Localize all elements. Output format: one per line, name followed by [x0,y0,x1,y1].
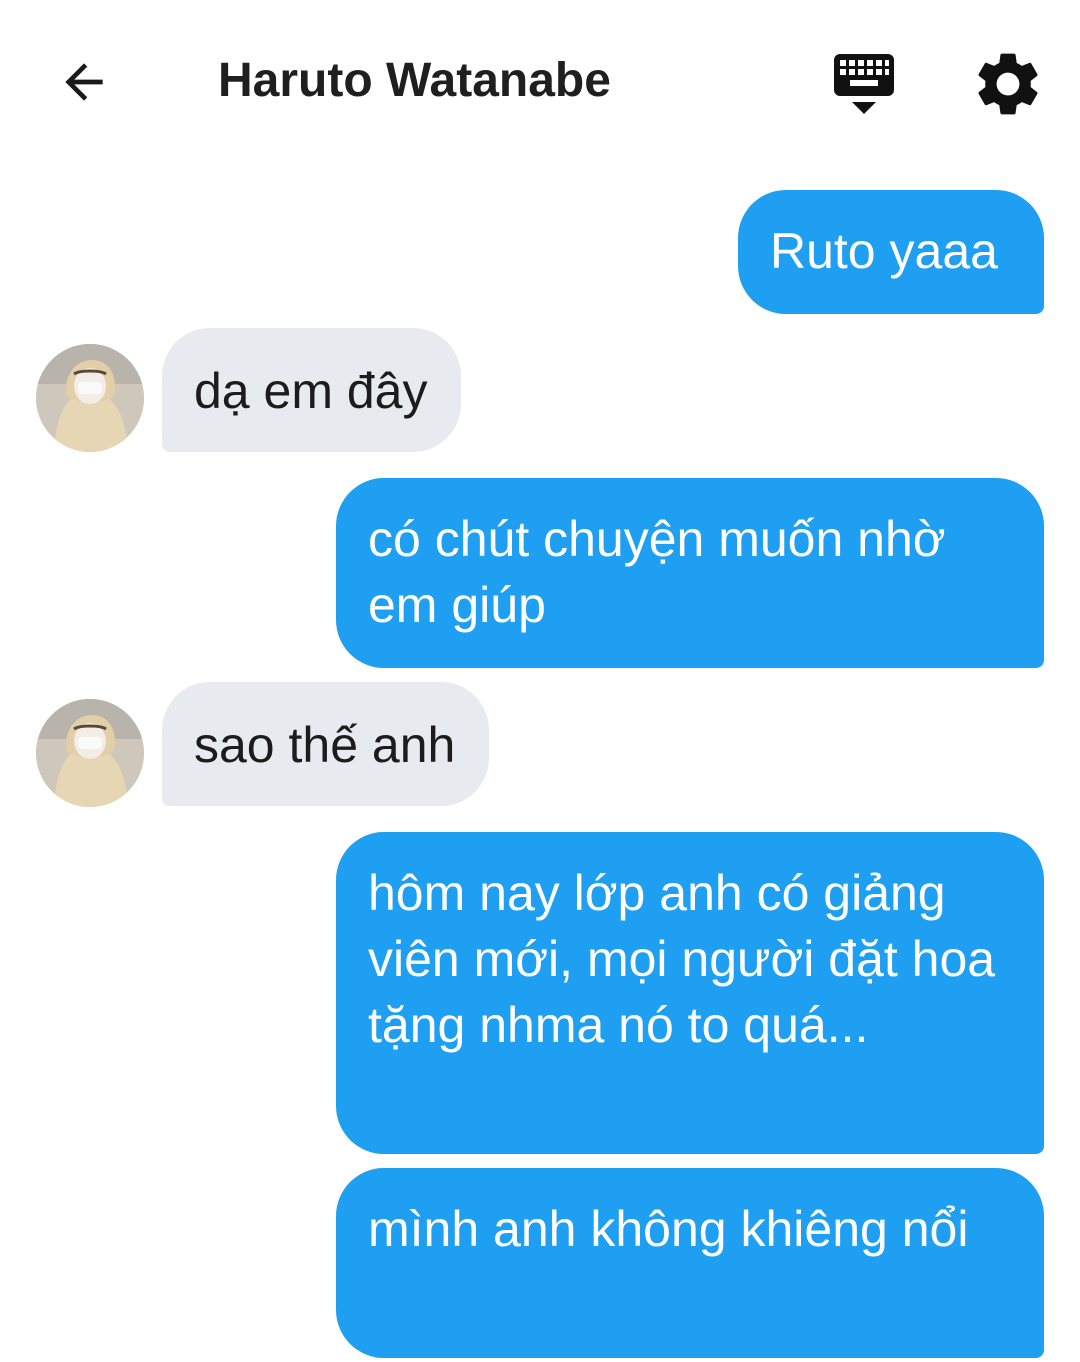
outgoing-message[interactable]: Ruto yaaa [738,190,1044,314]
avatar-photo [36,344,144,452]
avatar-photo [36,699,144,807]
outgoing-message[interactable]: có chút chuyện muốn nhờ em giúp [336,478,1044,668]
chat-screen: Haruto Watanabe Ruto yaaa dạ em đây có c… [0,0,1080,1362]
contact-avatar[interactable] [36,344,144,452]
contact-name: Haruto Watanabe [218,54,611,107]
chat-header: Haruto Watanabe [0,0,1080,165]
incoming-message[interactable]: dạ em đây [162,328,462,452]
outgoing-message[interactable]: mình anh không khiêng nổi [336,1168,1044,1358]
contact-avatar[interactable] [36,699,144,807]
gear-icon [978,53,1038,115]
arrow-back-icon [65,63,103,101]
settings-button[interactable] [970,46,1046,122]
keyboard-button[interactable] [828,50,900,118]
keyboard-icon [834,54,894,114]
back-button[interactable] [52,50,116,114]
outgoing-message[interactable]: hôm nay lớp anh có giảng viên mới, mọi n… [336,832,1044,1154]
incoming-message[interactable]: sao thế anh [162,682,490,806]
